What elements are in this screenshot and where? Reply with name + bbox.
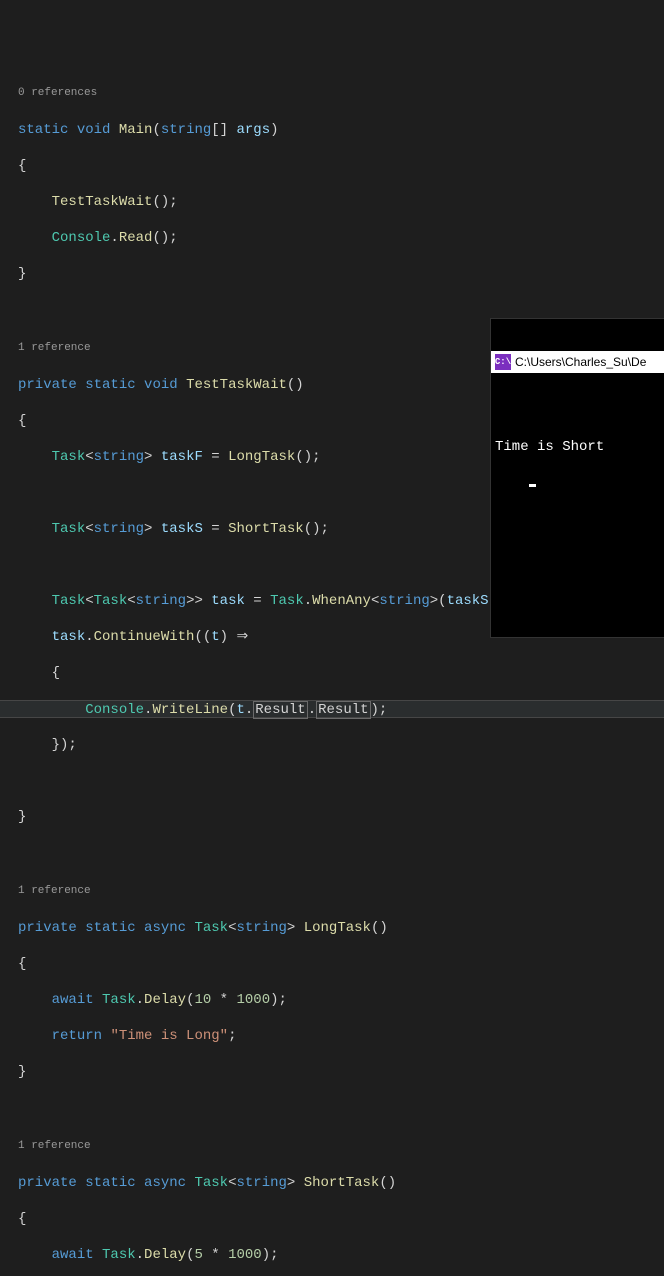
code-line[interactable]: } [18,808,664,826]
console-app-icon: C:\ [495,354,511,370]
code-line[interactable]: { [18,955,664,973]
console-output-line: Time is Short [495,439,664,455]
code-line[interactable]: { [18,1210,664,1228]
code-line[interactable]: private static async Task<string> ShortT… [18,1174,664,1192]
codelens-longtask[interactable]: 1 reference [18,882,664,900]
blank-line [18,844,664,862]
blank-line [18,772,664,790]
codelens-main[interactable]: 0 references [18,84,664,102]
console-titlebar[interactable]: C:\ C:\Users\Charles_Su\De [491,351,664,373]
code-line[interactable]: } [18,265,664,283]
code-line[interactable]: return "Time is Long"; [18,1027,664,1045]
code-line[interactable]: { [18,157,664,175]
console-title: C:\Users\Charles_Su\De [515,355,646,369]
code-line[interactable]: await Task.Delay(5 * 1000); [18,1246,664,1264]
code-line[interactable]: private static async Task<string> LongTa… [18,919,664,937]
code-line[interactable]: Console.Read(); [18,229,664,247]
code-editor[interactable]: 0 references static void Main(string[] a… [0,64,664,1276]
blank-line [18,1099,664,1117]
boxed-result: Result [316,701,370,719]
codelens-shorttask[interactable]: 1 reference [18,1137,664,1155]
code-line[interactable]: await Task.Delay(10 * 1000); [18,991,664,1009]
console-output-area: Time is Short [491,405,664,505]
code-line[interactable]: } [18,1063,664,1081]
console-cursor [529,484,536,487]
code-line[interactable]: TestTaskWait(); [18,193,664,211]
code-line[interactable]: static void Main(string[] args) [18,121,664,139]
boxed-result: Result [253,701,307,719]
blank-line [18,301,664,319]
code-line[interactable]: }); [18,736,664,754]
code-line[interactable]: { [18,664,664,682]
highlighted-line[interactable]: Console.WriteLine(t.Result.Result); [0,700,664,718]
console-window[interactable]: C:\ C:\Users\Charles_Su\De Time is Short [490,318,664,638]
